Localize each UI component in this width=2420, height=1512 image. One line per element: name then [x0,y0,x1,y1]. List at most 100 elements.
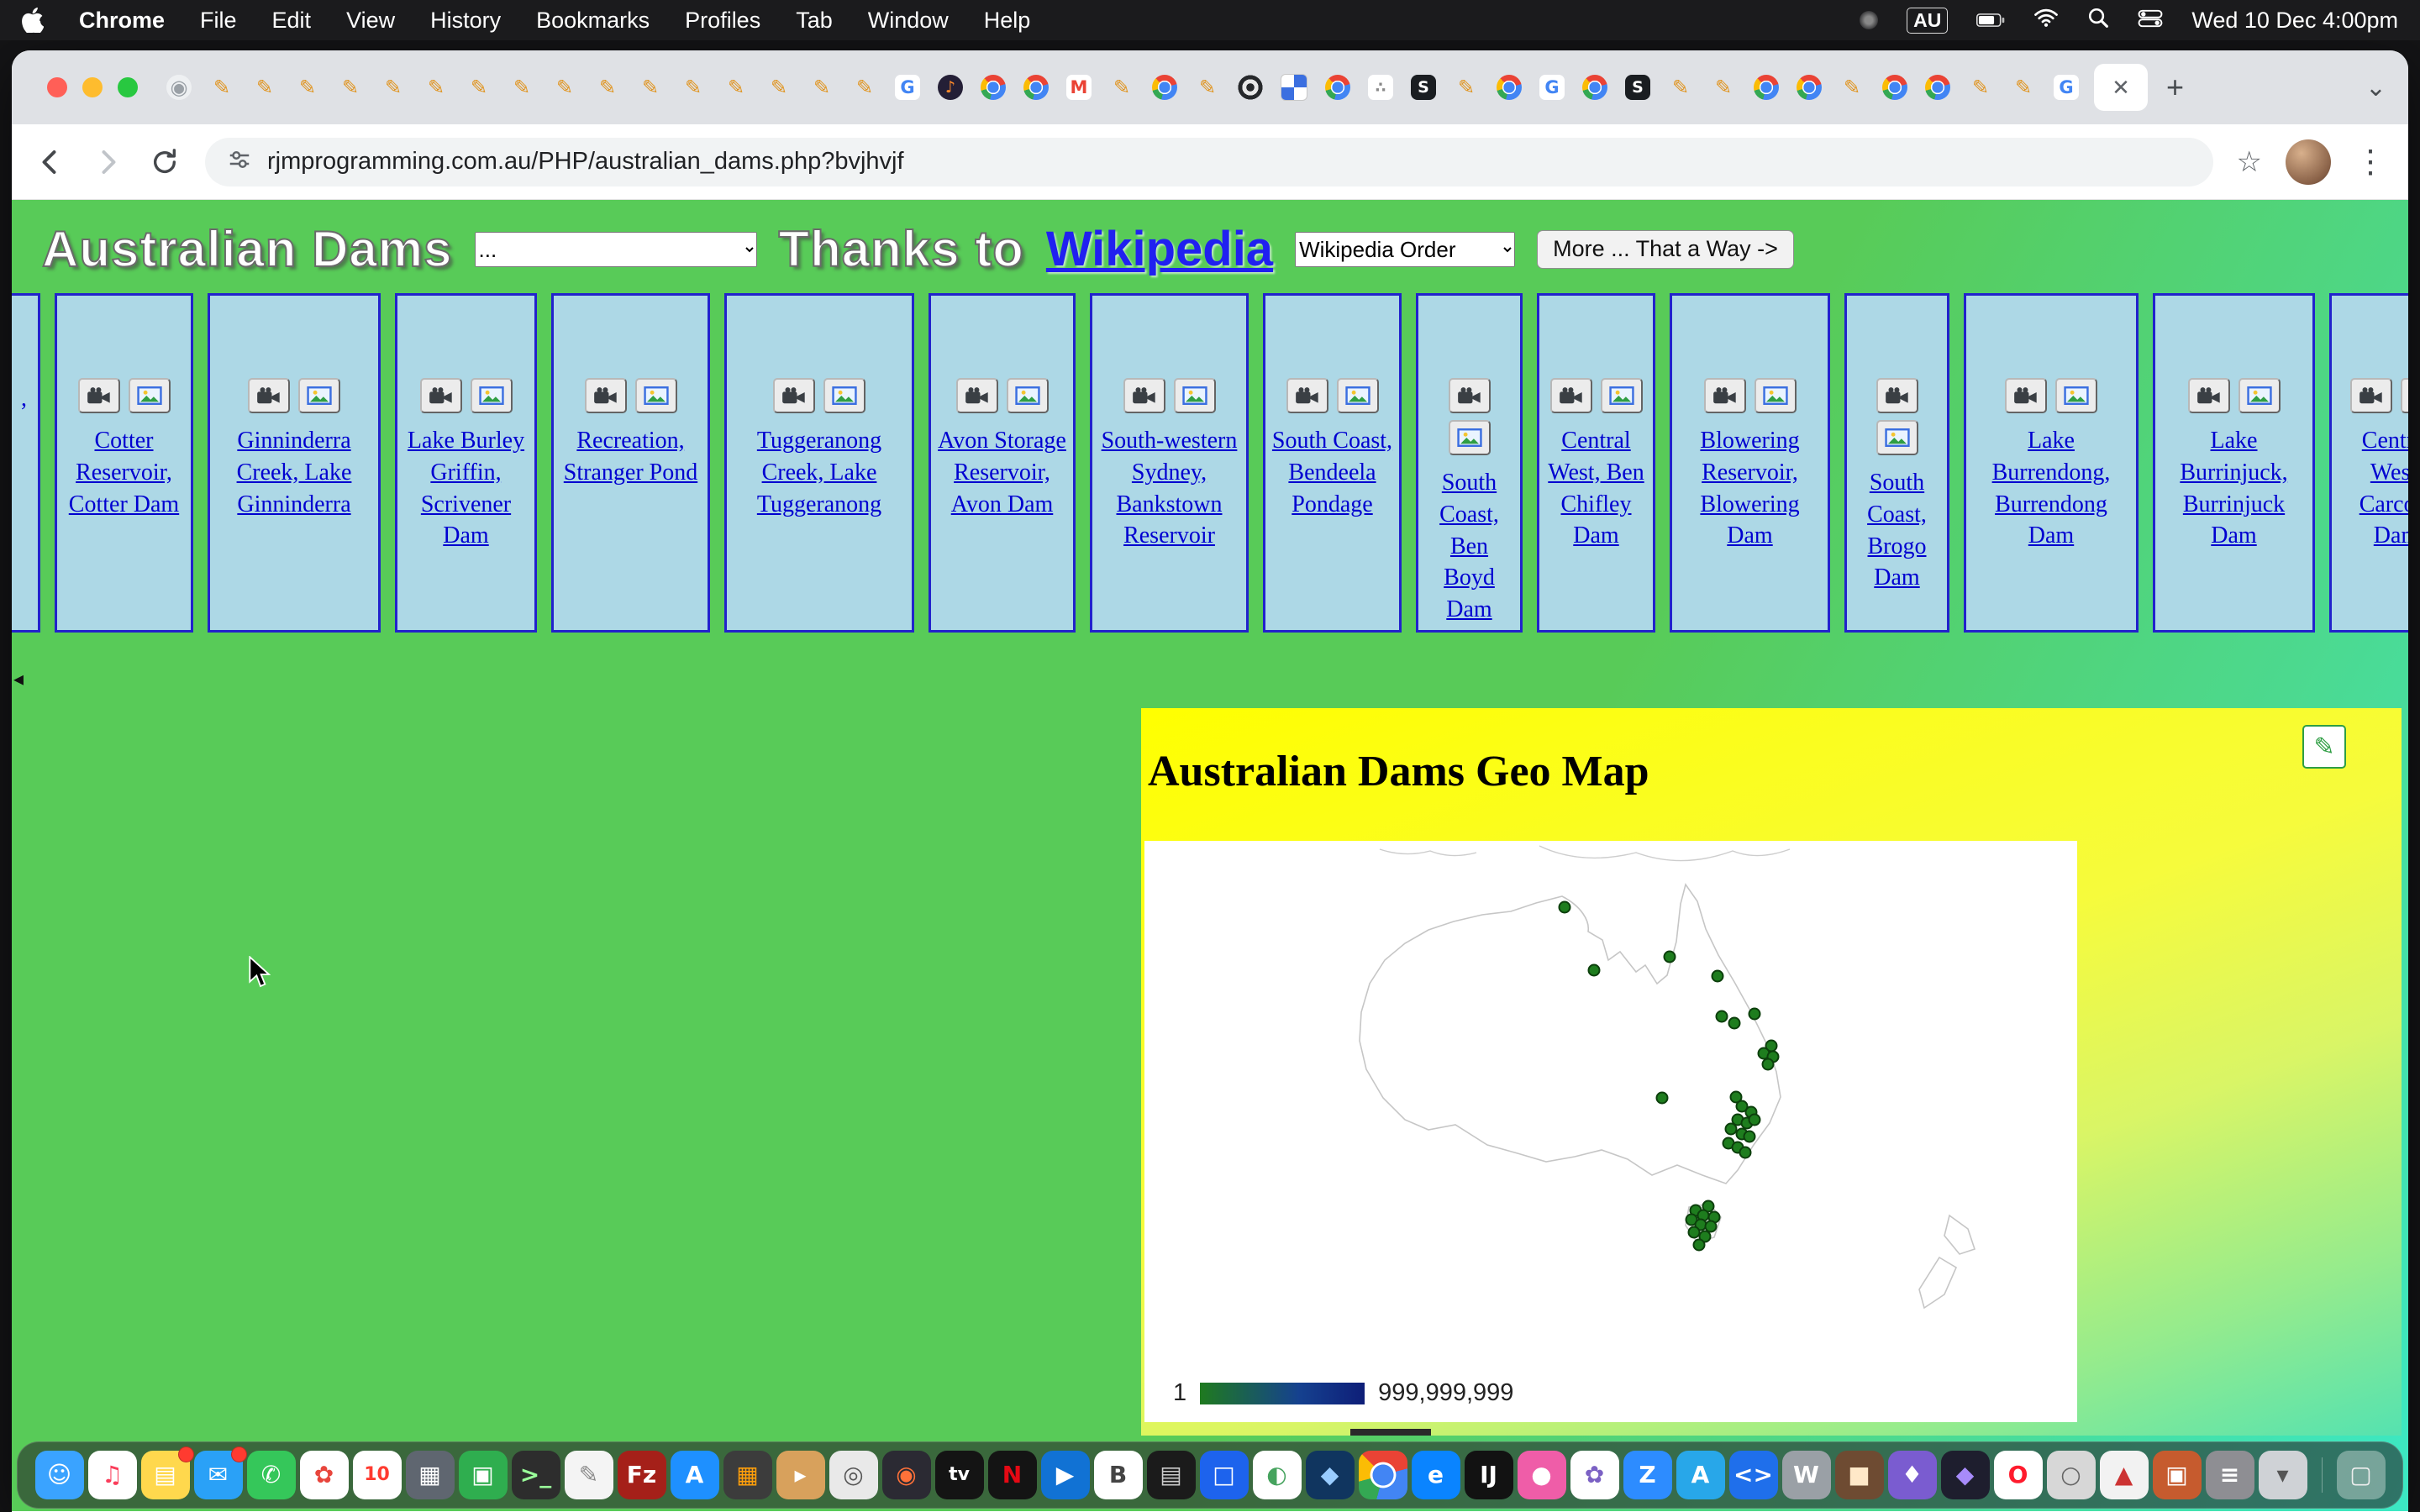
image-button[interactable] [823,378,865,413]
dock-photos[interactable]: ✿ [300,1451,349,1499]
pinned-tab-chrome-icon[interactable] [1925,75,1950,100]
dock-messages[interactable]: ✆ [247,1451,296,1499]
pinned-tab-pencil-icon[interactable]: ✎ [552,75,577,100]
pinned-tab-pencil-icon[interactable]: ✎ [252,75,277,100]
menu-profiles[interactable]: Profiles [685,8,760,34]
image-button[interactable] [2238,378,2281,413]
pinned-tab-pencil-icon[interactable]: ✎ [1109,75,1134,100]
pinned-tab-pencil-icon[interactable]: ✎ [1839,75,1865,100]
dam-link[interactable]: Cotter Reservoir, Cotter Dam [62,425,186,520]
pinned-tab-pencil-icon[interactable]: ✎ [338,75,363,100]
dam-link[interactable]: Central West, Carcoar Dam [2337,425,2408,552]
pinned-tab-pencil-icon[interactable]: ✎ [1968,75,1993,100]
video-button[interactable] [420,378,462,413]
video-button[interactable] [956,378,998,413]
dam-link[interactable]: South Coast, Ben Boyd Dam [1423,467,1515,626]
dock-chrome[interactable] [1359,1451,1407,1499]
dock-terminal-dark[interactable]: ▤ [1147,1451,1196,1499]
dock-navy-app[interactable]: ◆ [1306,1451,1355,1499]
image-button[interactable] [1754,378,1797,413]
video-button[interactable] [2350,378,2392,413]
close-tab-icon[interactable]: ✕ [2112,75,2130,101]
dock-launchpad[interactable]: ▦ [406,1451,455,1499]
dock-folder-app[interactable]: ▸ [776,1451,825,1499]
pinned-tab-chrome-icon[interactable] [1023,75,1049,100]
image-button[interactable] [2055,378,2097,413]
pinned-tab-slack-icon[interactable]: S [1411,75,1436,100]
pinned-tab-chrome-icon[interactable] [1152,75,1177,100]
pinned-tab-pencil-icon[interactable]: ✎ [381,75,406,100]
dam-marker[interactable] [1749,1115,1760,1126]
menu-history[interactable]: History [430,8,501,34]
site-settings-icon[interactable] [227,147,252,176]
dam-marker[interactable] [1740,1147,1751,1158]
profile-avatar[interactable] [2286,139,2331,185]
dam-link[interactable]: South-western Sydney, Bankstown Reservoi… [1097,425,1241,552]
image-button[interactable] [1337,378,1379,413]
dock-stacks[interactable]: ≡ [2206,1451,2254,1499]
video-button[interactable] [1286,378,1328,413]
dam-link[interactable]: , [12,383,36,415]
dam-link[interactable]: Lake Burley Griffin, Scrivener Dam [402,425,529,552]
pinned-tab-google-icon[interactable]: G [2054,75,2079,100]
pinned-tab-pencil-icon[interactable]: ✎ [466,75,492,100]
dock-opera[interactable]: O [1994,1451,2043,1499]
pinned-tab-pencil-icon[interactable]: ✎ [638,75,663,100]
pinned-tab-pencil-icon[interactable]: ✎ [1454,75,1479,100]
dam-link[interactable]: Tuggeranong Creek, Lake Tuggeranong [732,425,907,520]
image-button[interactable] [129,378,171,413]
dock-calendar[interactable]: 10 [353,1451,402,1499]
pinned-tab-pencil-icon[interactable]: ✎ [1195,75,1220,100]
dock-notes[interactable]: ▤ [141,1451,190,1499]
geo-map[interactable]: 1 999,999,999 [1144,841,2077,1422]
dock-filezilla[interactable]: Fz [618,1451,666,1499]
dam-marker[interactable] [1717,1011,1728,1022]
tab-search-chevron-icon[interactable]: ⌄ [2365,73,2386,102]
pinned-tab-chrome-icon[interactable] [981,75,1006,100]
pinned-tab-pencil-icon[interactable]: ✎ [1668,75,1693,100]
input-source-menu[interactable]: AU [1907,8,1948,34]
dam-link[interactable]: Ginninderra Creek, Lake Ginninderra [215,425,373,520]
dam-marker[interactable] [1689,1227,1700,1238]
menu-file[interactable]: File [200,8,237,34]
dock-spotlight-app[interactable]: ◎ [829,1451,878,1499]
pinned-tab-pencil-icon[interactable]: ✎ [424,75,449,100]
reload-button[interactable] [148,145,182,179]
pinned-tab-pencil-icon[interactable]: ✎ [595,75,620,100]
pinned-tab-pencil-icon[interactable]: ✎ [209,75,234,100]
bookmark-star-icon[interactable]: ☆ [2237,145,2262,179]
menubar-status-icon[interactable] [1860,11,1878,29]
dock-docker[interactable]: □ [1200,1451,1249,1499]
spotlight-search-icon[interactable] [2087,7,2109,34]
dam-link[interactable]: Avon Storage Reservoir, Avon Dam [936,425,1068,520]
pinned-tab-chrome-icon[interactable] [1797,75,1822,100]
dock-silver-app[interactable]: ○ [2047,1451,2096,1499]
dock-bear[interactable]: B [1094,1451,1143,1499]
dock-downloads[interactable]: ▾ [2259,1451,2307,1499]
dam-marker[interactable] [1749,1009,1760,1020]
dock-player-blue[interactable]: ▶ [1041,1451,1090,1499]
pinned-tab-chrome-icon[interactable] [1882,75,1907,100]
menu-help[interactable]: Help [984,8,1031,34]
dam-marker[interactable] [1657,1093,1668,1104]
video-button[interactable] [1550,378,1592,413]
dam-link[interactable]: Recreation, Stranger Pond [559,425,702,489]
forward-button[interactable] [91,145,124,179]
address-bar[interactable]: rjmprogramming.com.au/PHP/australian_dam… [205,138,2213,186]
menu-edit[interactable]: Edit [272,8,312,34]
menu-view[interactable]: View [346,8,395,34]
pinned-tab-google-icon[interactable]: G [895,75,920,100]
pinned-tab-pencil-icon[interactable]: ✎ [809,75,834,100]
wikipedia-link[interactable]: Wikipedia [1046,221,1273,277]
image-button[interactable] [635,378,677,413]
dock-finder[interactable]: ☺ [35,1451,84,1499]
image-button[interactable] [1876,420,1918,455]
video-button[interactable] [1449,378,1491,413]
video-button[interactable] [248,378,290,413]
image-button[interactable] [1601,378,1643,413]
dam-marker[interactable] [1706,1221,1717,1232]
pinned-tab-pencil-icon[interactable]: ✎ [766,75,792,100]
dock-zoom[interactable]: Z [1623,1451,1672,1499]
pinned-tab-chrome-icon[interactable] [1582,75,1607,100]
dock-brown-app[interactable]: ■ [1835,1451,1884,1499]
